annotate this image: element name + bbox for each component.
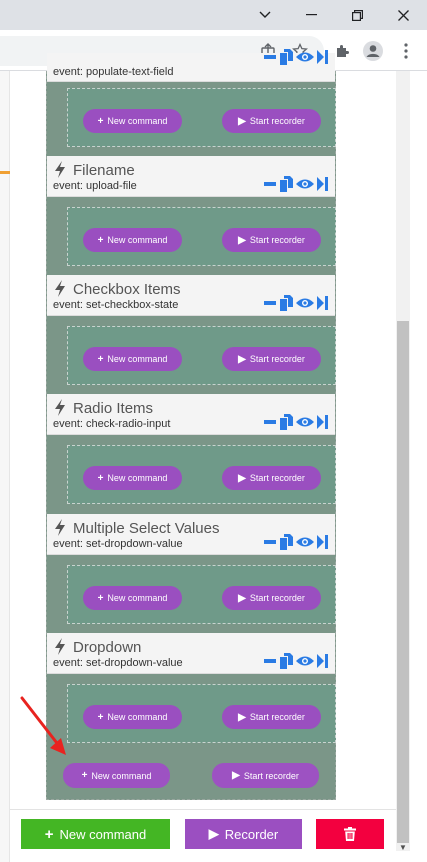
event-header-partial[interactable]: event: populate-text-field [47, 49, 335, 82]
new-command-button[interactable]: + New command [83, 586, 182, 610]
lightning-icon [55, 638, 65, 655]
collapse-icon[interactable] [264, 55, 276, 59]
eye-icon[interactable] [296, 178, 314, 190]
event-name: Dropdown [73, 639, 142, 656]
delete-button[interactable] [316, 819, 384, 849]
event-body: + New command ▶ Start recorder [67, 445, 336, 504]
copy-icon[interactable] [279, 295, 293, 311]
copy-icon[interactable] [279, 534, 293, 550]
play-step-icon[interactable] [317, 296, 328, 310]
new-command-button[interactable]: + New command [83, 705, 182, 729]
copy-icon[interactable] [279, 653, 293, 669]
copy-icon[interactable] [279, 49, 293, 65]
close-window-icon[interactable] [380, 0, 426, 30]
new-command-button[interactable]: + New command [83, 109, 182, 133]
play-step-icon[interactable] [317, 535, 328, 549]
start-recorder-button[interactable]: ▶ Start recorder [222, 347, 321, 371]
event-header-filename[interactable]: Filename event: upload-file [47, 156, 335, 197]
collapse-icon[interactable] [264, 182, 276, 186]
start-recorder-button[interactable]: ▶ Start recorder [222, 109, 321, 133]
new-command-button-main[interactable]: + New command [21, 819, 170, 849]
new-command-button[interactable]: + New command [83, 228, 182, 252]
page-left-edge [0, 71, 10, 862]
browser-window: event: populate-text-field + New command … [0, 0, 427, 862]
event-type-label: event: upload-file [53, 180, 137, 192]
collapse-icon[interactable] [264, 540, 276, 544]
collapse-icon[interactable] [264, 301, 276, 305]
orange-indicator [0, 171, 10, 174]
event-type-label: event: populate-text-field [53, 66, 174, 78]
minimize-icon[interactable] [288, 0, 334, 30]
eye-icon[interactable] [296, 297, 314, 309]
scroll-down-arrow-icon[interactable]: ▼ [398, 843, 408, 853]
event-header-radio-items[interactable]: Radio Items event: check-radio-input [47, 394, 335, 435]
event-type-label: event: set-dropdown-value [53, 538, 183, 550]
event-type-label: event: check-radio-input [53, 418, 171, 430]
lightning-icon [55, 399, 65, 416]
scrollbar-thumb[interactable] [397, 321, 409, 843]
collapse-icon[interactable] [264, 420, 276, 424]
copy-icon[interactable] [279, 414, 293, 430]
eye-icon[interactable] [296, 536, 314, 548]
event-header-multiple-select-values[interactable]: Multiple Select Values event: set-dropdo… [47, 514, 335, 555]
event-actions [264, 176, 328, 192]
event-name: Multiple Select Values [73, 520, 220, 537]
trash-icon [344, 827, 356, 841]
event-header-dropdown[interactable]: Dropdown event: set-dropdown-value [47, 633, 335, 674]
list-start-recorder-button[interactable]: ▶ Start recorder [212, 763, 319, 788]
eye-icon[interactable] [296, 51, 314, 63]
new-command-button[interactable]: + New command [83, 466, 182, 490]
event-actions [264, 295, 328, 311]
event-body: + New command ▶ Start recorder [67, 207, 336, 266]
new-command-button[interactable]: + New command [83, 347, 182, 371]
start-recorder-button[interactable]: ▶ Start recorder [222, 466, 321, 490]
extension-panel: event: populate-text-field + New command … [0, 49, 427, 862]
event-actions [264, 49, 328, 65]
eye-icon[interactable] [296, 416, 314, 428]
event-name: Checkbox Items [73, 281, 181, 298]
eye-icon[interactable] [296, 655, 314, 667]
event-body: + New command ▶ Start recorder [67, 326, 336, 385]
start-recorder-button[interactable]: ▶ Start recorder [222, 586, 321, 610]
copy-icon[interactable] [279, 176, 293, 192]
collapse-icon[interactable] [264, 659, 276, 663]
event-body: + New command ▶ Start recorder [67, 684, 336, 743]
event-name: Radio Items [73, 400, 154, 417]
bottom-action-bar: + New command ▶ Recorder [10, 809, 396, 862]
event-type-label: event: set-dropdown-value [53, 657, 183, 669]
tab-search-chevron-icon[interactable] [242, 0, 288, 30]
title-bar [0, 0, 427, 30]
event-actions [264, 653, 328, 669]
profile-icon[interactable] [361, 39, 385, 63]
event-name: Filename [73, 162, 135, 179]
lightning-icon [55, 161, 65, 178]
play-step-icon[interactable] [317, 50, 328, 64]
start-recorder-button[interactable]: ▶ Start recorder [222, 228, 321, 252]
play-step-icon[interactable] [317, 177, 328, 191]
event-actions [264, 414, 328, 430]
event-header-checkbox-items[interactable]: Checkbox Items event: set-checkbox-state [47, 275, 335, 316]
play-step-icon[interactable] [317, 654, 328, 668]
menu-icon[interactable] [394, 39, 418, 63]
event-body: + New command ▶ Start recorder [67, 88, 336, 147]
page-right-edge [412, 71, 427, 862]
start-recorder-button[interactable]: ▶ Start recorder [222, 705, 321, 729]
list-new-command-button[interactable]: + New command [63, 763, 170, 788]
recorder-button[interactable]: ▶ Recorder [185, 819, 302, 849]
event-type-label: event: set-checkbox-state [53, 299, 179, 311]
play-step-icon[interactable] [317, 415, 328, 429]
lightning-icon [55, 280, 65, 297]
restore-icon[interactable] [334, 0, 380, 30]
lightning-icon [55, 519, 65, 536]
event-actions [264, 534, 328, 550]
event-body: + New command ▶ Start recorder [67, 565, 336, 624]
